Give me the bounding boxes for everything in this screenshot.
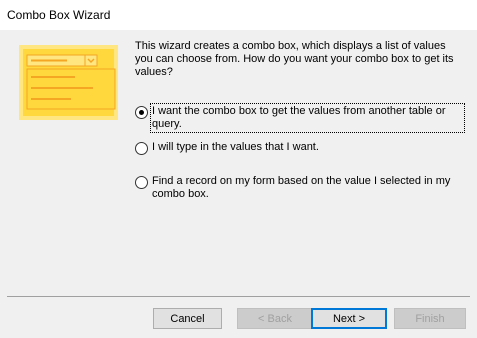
window-title: Combo Box Wizard [7,8,111,22]
option-label: I want the combo box to get the values f… [152,105,446,130]
radio-button[interactable] [135,106,148,119]
option-table-query[interactable]: I want the combo box to get the values f… [135,105,457,131]
back-button[interactable]: < Back [237,308,313,329]
finish-button[interactable]: Finish [394,308,466,329]
illustration-dropdown-button [84,54,98,67]
option-label: I will type in the values that I want. [152,141,319,153]
combo-box-illustration [19,45,118,120]
title-bar: Combo Box Wizard [0,0,477,30]
option-type-values[interactable]: I will type in the values that I want. [135,141,457,155]
radio-button[interactable] [135,176,148,189]
option-label: Find a record on my form based on the va… [152,175,451,200]
cancel-button[interactable]: Cancel [153,308,222,329]
option-find-record[interactable]: Find a record on my form based on the va… [135,175,457,201]
footer-separator [7,296,470,297]
wizard-description: This wizard creates a combo box, which d… [135,40,454,78]
radio-button[interactable] [135,142,148,155]
next-button[interactable]: Next > [311,308,387,329]
